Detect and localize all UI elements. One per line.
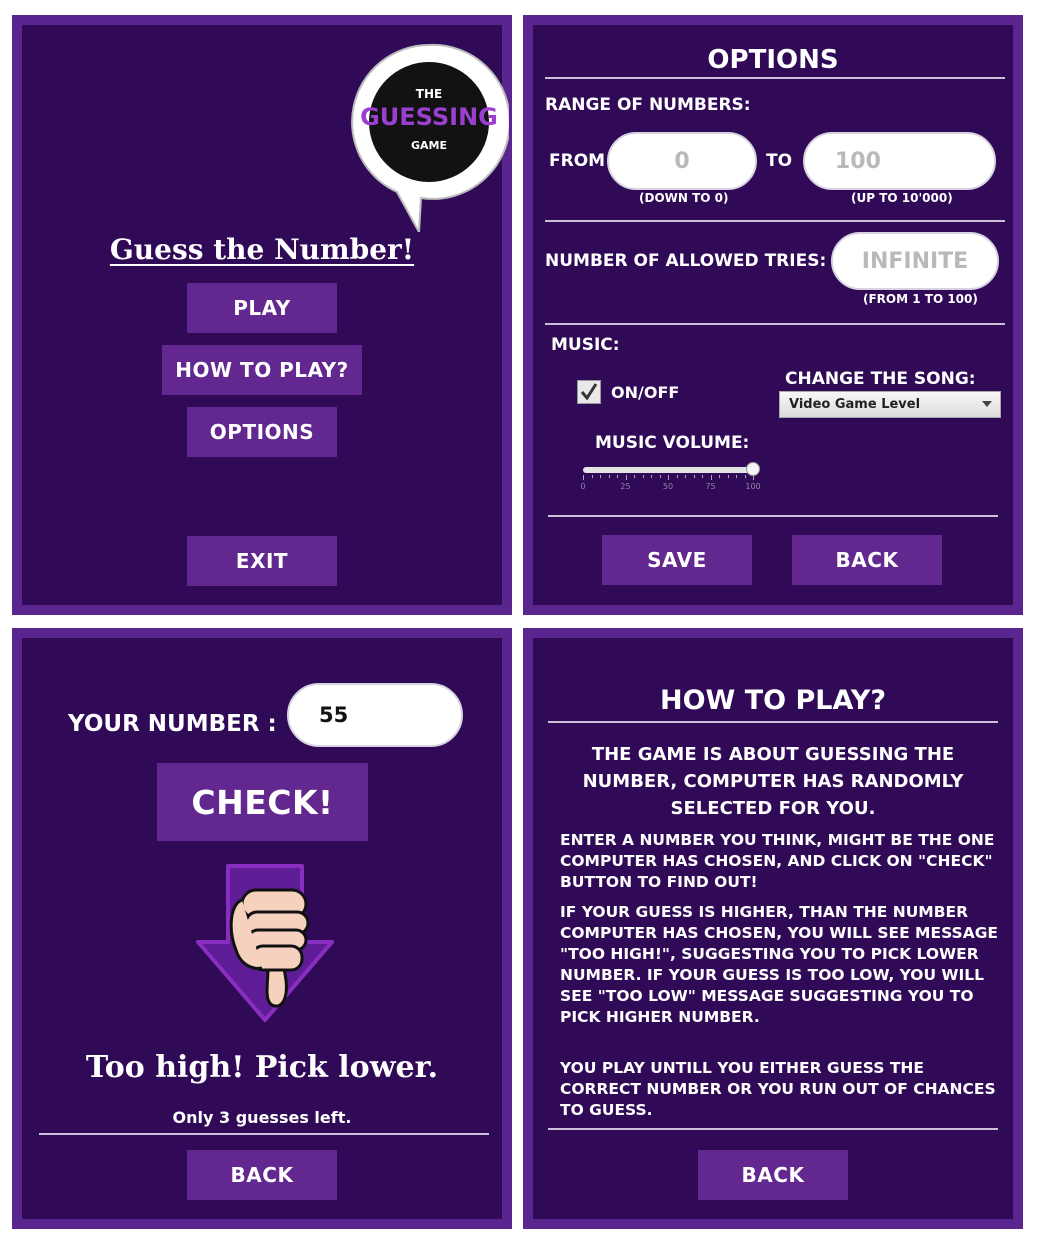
song-selected: Video Game Level [789,397,921,412]
volume-minor-tick [736,475,737,478]
change-song-label: CHANGE THE SONG: [785,369,976,389]
back-button[interactable]: BACK [698,1150,848,1200]
back-button[interactable]: BACK [792,535,942,585]
options-button[interactable]: OPTIONS [187,407,337,457]
speech-bubble-icon [351,43,511,236]
divider [545,323,1005,325]
guesses-left: Only 3 guesses left. [172,1108,352,1127]
volume-minor-tick [685,475,686,478]
volume-minor-tick [744,475,746,478]
volume-minor-tick [634,475,635,478]
from-hint: (DOWN TO 0) [639,191,729,205]
volume-minor-tick [719,475,720,478]
volume-tick-label: 25 [620,482,631,491]
volume-tick-label: 50 [662,482,674,491]
music-label: MUSIC: [551,335,620,355]
logo-text-the: THE [415,87,443,101]
tries-input[interactable]: INFINITE [831,232,999,290]
your-number-label: YOUR NUMBER : [68,711,277,737]
play-button[interactable]: PLAY [187,283,337,333]
chevron-down-icon [982,401,992,407]
volume-minor-tick [642,475,644,478]
volume-minor-tick [591,475,593,478]
divider [545,77,1005,79]
divider [548,721,998,723]
volume-tick-label: 0 [580,482,586,491]
checkmark-icon [580,383,598,401]
volume-minor-tick [625,475,627,478]
instruction-paragraph-2: IF YOUR GUESS IS HIGHER, THAN THE NUMBER… [560,903,999,1026]
tries-hint: (FROM 1 TO 100) [863,292,978,306]
range-label: RANGE OF NUMBERS: [545,95,751,115]
volume-minor-tick [710,475,712,478]
volume-minor-tick [583,475,584,478]
number-value: 55 [319,703,349,727]
menu-title: Guess the Number! [109,233,415,266]
from-label: FROM [549,151,606,171]
divider [548,1128,998,1130]
back-button[interactable]: BACK [187,1150,337,1200]
check-button[interactable]: CHECK! [157,763,368,841]
logo-text-game: GAME [410,139,447,152]
song-select[interactable]: Video Game Level [779,391,1001,418]
volume-track [583,467,753,473]
result-message: Too high! Pick lower. [85,1050,439,1085]
volume-minor-tick [676,475,678,478]
from-input[interactable]: 0 [607,132,757,190]
from-placeholder: 0 [674,148,690,174]
options-title: OPTIONS [707,45,839,75]
exit-button[interactable]: EXIT [187,536,337,586]
volume-minor-tick [651,475,652,478]
options-panel: OPTIONS RANGE OF NUMBERS: FROM 0 (DOWN T… [523,15,1023,615]
music-checkbox[interactable] [577,380,601,404]
game-panel: YOUR NUMBER : 55 CHECK! Too high! Pick l… [12,628,512,1229]
instruction-paragraph-1: ENTER A NUMBER YOU THINK, MIGHT BE THE O… [560,831,995,891]
to-input[interactable]: 100 [803,132,996,190]
volume-minor-tick [659,475,661,478]
divider [39,1133,489,1135]
tries-placeholder: INFINITE [861,248,969,274]
music-toggle-label: ON/OFF [611,383,680,402]
to-hint: (UP TO 10'000) [851,191,953,205]
how-to-play-panel: HOW TO PLAY? THE GAME IS ABOUT GUESSING … [523,628,1023,1229]
to-placeholder: 100 [835,148,881,174]
divider [545,220,1005,222]
volume-tick-label: 100 [745,482,761,491]
volume-minor-tick [702,475,703,478]
volume-minor-tick [693,475,695,478]
volume-minor-tick [727,475,729,478]
how-to-play-button[interactable]: HOW TO PLAY? [162,345,362,395]
volume-slider[interactable]: 0 25 50 75 100 [580,462,766,497]
volume-minor-tick [608,475,610,478]
volume-minor-tick [600,475,601,478]
thumbs-down-arrow-icon [190,860,340,1030]
logo-text-guessing: GUESSING [360,103,498,131]
how-to-play-title: HOW TO PLAY? [659,685,887,716]
logo: THE GUESSING GAME [349,42,511,236]
main-menu-panel: THE GUESSING GAME Guess the Number! PLAY… [12,15,512,615]
save-button[interactable]: SAVE [602,535,752,585]
volume-tick-label: 75 [705,482,716,491]
divider [548,515,998,517]
to-label: TO [766,151,793,171]
volume-thumb[interactable] [746,462,760,476]
instruction-paragraph-3: YOU PLAY UNTILL YOU EITHER GUESS THE COR… [560,1059,996,1119]
volume-label: MUSIC VOLUME: [595,433,750,453]
volume-minor-tick [668,475,669,478]
intro-text: THE GAME IS ABOUT GUESSING THE NUMBER, C… [582,744,964,819]
volume-minor-tick [617,475,618,478]
number-input[interactable]: 55 [287,683,463,747]
tries-label: NUMBER OF ALLOWED TRIES: [545,251,827,271]
